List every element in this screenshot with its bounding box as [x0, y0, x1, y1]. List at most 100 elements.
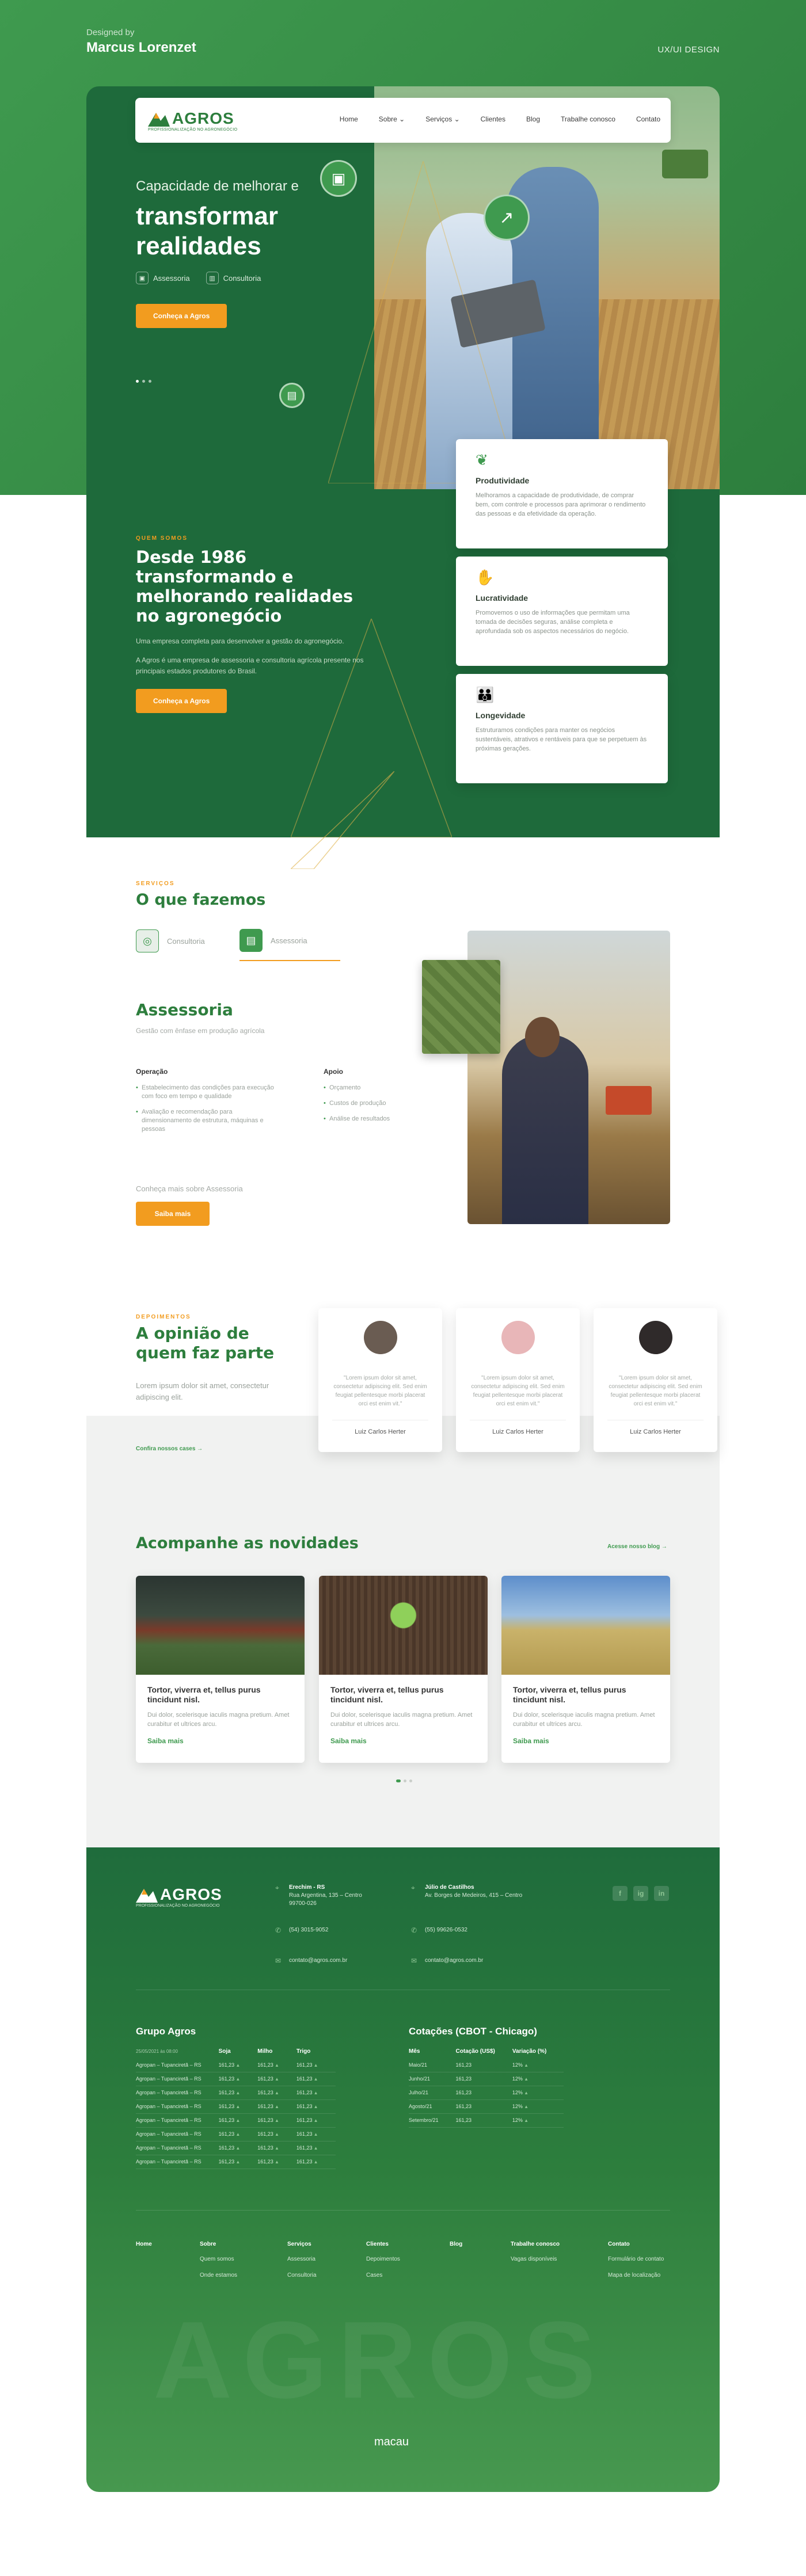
- trend-up-icon: ▲: [522, 2076, 529, 2082]
- cell-value: 161,23: [257, 2145, 273, 2151]
- tab-consultoria[interactable]: ◎ Consultoria: [136, 929, 216, 961]
- column-header: Variação (%): [512, 2048, 547, 2055]
- hero-pretitle: Capacidade de melhorar e: [136, 178, 299, 194]
- footer-logo[interactable]: AGROS PROFISSIONALIZAÇÃO NO AGRONEGÓCIO: [136, 1884, 228, 1910]
- agency-credit-logo[interactable]: macau: [374, 2436, 409, 2449]
- aerial-field-photo: [422, 960, 500, 1054]
- office-email: contato@agros.com.br: [425, 1957, 484, 1964]
- about-cta-button[interactable]: Conheça a Agros: [136, 689, 227, 713]
- news-title: Acompanhe as novidades: [136, 1534, 359, 1552]
- testimonial-quote: "Lorem ipsum dolor sit amet, consectetur…: [333, 1375, 427, 1407]
- nav-item-sobre[interactable]: Sobre ⌄: [379, 115, 405, 123]
- testimonials-title: A opinião de quem faz parte: [136, 1324, 275, 1362]
- table-row: Agropan – Tupanciretã – RS 161,23 ▲ 161,23…: [136, 2127, 336, 2141]
- footer-nav-title[interactable]: Home: [136, 2240, 152, 2249]
- news-read-more-link[interactable]: Saiba mais: [330, 1737, 476, 1745]
- footer-nav-link[interactable]: Assessoria: [287, 2255, 317, 2264]
- cell-value: Julho/21: [409, 2090, 429, 2095]
- nav-item-home[interactable]: Home: [340, 115, 358, 123]
- carousel-dot[interactable]: [409, 1779, 412, 1782]
- footer-nav-title[interactable]: Blog: [450, 2240, 462, 2249]
- logo-mark-icon: [148, 113, 170, 127]
- feature-card-lucratividade: ✋ Lucratividade Promovemos o uso de info…: [456, 557, 668, 666]
- nav-item-contato[interactable]: Contato: [636, 115, 660, 123]
- cell-value: 161,23: [455, 2090, 472, 2095]
- news-card[interactable]: Tortor, viverra et, tellus purus tincidu…: [501, 1576, 670, 1763]
- testimonial-author: Luiz Carlos Herter: [470, 1420, 566, 1435]
- facebook-icon[interactable]: f: [613, 1886, 628, 1901]
- footer-nav-contato: Contato Formulário de contato Mapa de lo…: [608, 2240, 664, 2287]
- footer-nav-title[interactable]: Clientes: [366, 2240, 400, 2249]
- decorative-triangle-outline: [291, 771, 394, 869]
- list-item: Análise de resultados: [324, 1115, 462, 1123]
- cell-value: 161,23: [296, 2104, 313, 2109]
- news-card-title: Tortor, viverra et, tellus purus tincidu…: [513, 1685, 626, 1704]
- cases-link[interactable]: Confira nossos cases →: [136, 1446, 203, 1452]
- news-card[interactable]: Tortor, viverra et, tellus purus tincidu…: [136, 1576, 305, 1763]
- footer-nav-title[interactable]: Serviços: [287, 2240, 317, 2249]
- hero-tab-consultoria[interactable]: ▥ Consultoria: [206, 272, 261, 284]
- cell-value: 161,23: [296, 2145, 313, 2151]
- table-row: Agropan – Tupanciretã – RS 161,23 ▲ 161,23…: [136, 2113, 336, 2128]
- cell-value: 161,23: [218, 2104, 235, 2109]
- footer-nav-link[interactable]: Formulário de contato: [608, 2255, 664, 2264]
- instagram-icon[interactable]: ig: [633, 1886, 648, 1901]
- quotes-date: 25/05/2021 às 08:00: [136, 2048, 178, 2054]
- tab-assessoria[interactable]: ▤ Assessoria: [239, 929, 340, 961]
- service-cta-button[interactable]: Saiba mais: [136, 1202, 210, 1226]
- table-cell: 161,23 ▲: [257, 2099, 296, 2114]
- nav-item-trabalhe-conosco[interactable]: Trabalhe conosco: [561, 115, 615, 123]
- designed-by-label: Designed by: [86, 28, 135, 37]
- carousel-dot[interactable]: [149, 380, 151, 383]
- office-erechim-email[interactable]: ✉ contato@agros.com.br: [275, 1957, 347, 1965]
- footer-nav-title[interactable]: Sobre: [200, 2240, 237, 2249]
- office-julio-phone[interactable]: ✆ (55) 99626-0532: [411, 1926, 467, 1934]
- news-card-excerpt: Dui dolor, scelerisque iaculis magna pre…: [147, 1712, 290, 1728]
- cell-value: Agropan – Tupanciretã – RS: [136, 2090, 202, 2095]
- footer-nav-home: Home: [136, 2240, 152, 2255]
- footer-nav-link[interactable]: Onde estamos: [200, 2271, 237, 2280]
- blog-link[interactable]: Acesse nosso blog →: [607, 1544, 667, 1550]
- carousel-dot[interactable]: [396, 1779, 401, 1782]
- nav-item-blog[interactable]: Blog: [526, 115, 540, 123]
- hero-headline: Capacidade de melhorar e transformar rea…: [136, 178, 299, 261]
- table-cell: 161,23 ▲: [257, 2058, 296, 2072]
- footer-nav-link[interactable]: Consultoria: [287, 2271, 317, 2280]
- cell-value: 161,23: [257, 2159, 273, 2165]
- footer-nav-title[interactable]: Contato: [608, 2240, 664, 2249]
- briefcase-icon: ▣: [136, 272, 149, 284]
- news-read-more-link[interactable]: Saiba mais: [513, 1737, 659, 1745]
- footer-nav-title[interactable]: Trabalhe conosco: [511, 2240, 560, 2249]
- footer-nav-link[interactable]: Vagas disponíveis: [511, 2255, 560, 2264]
- carousel-dot[interactable]: [136, 380, 139, 383]
- footer-nav-link[interactable]: Depoimentos: [366, 2255, 400, 2264]
- nav-item-servicos[interactable]: Serviços ⌄: [425, 115, 459, 123]
- linkedin-icon[interactable]: in: [654, 1886, 669, 1901]
- carousel-dot[interactable]: [142, 380, 145, 383]
- office-erechim-phone[interactable]: ✆ (54) 3015-9052: [275, 1926, 328, 1934]
- news-card[interactable]: Tortor, viverra et, tellus purus tincidu…: [319, 1576, 488, 1763]
- table-cell: 161,23 ▲: [218, 2058, 258, 2072]
- money-hand-icon: ✋: [476, 569, 495, 586]
- news-read-more-link[interactable]: Saiba mais: [147, 1737, 293, 1745]
- designer-credit: Designed by Marcus Lorenzet: [86, 28, 196, 56]
- office-julio-email[interactable]: ✉ contato@agros.com.br: [411, 1957, 484, 1965]
- carousel-dot[interactable]: [404, 1779, 406, 1782]
- agros-logo[interactable]: AGROS PROFISSIONALIZAÇÃO NO AGRONEGÓCIO: [148, 108, 240, 134]
- feature-title: Lucratividade: [476, 593, 529, 603]
- news-carousel-dots[interactable]: [396, 1779, 412, 1782]
- table-cell: Agropan – Tupanciretã – RS: [136, 2058, 219, 2072]
- cell-value: 161,23: [218, 2076, 235, 2082]
- cell-value: 161,23: [296, 2061, 313, 2068]
- footer-nav-link[interactable]: Mapa de localização: [608, 2271, 664, 2280]
- footer-nav-link[interactable]: Cases: [366, 2271, 400, 2280]
- cell-value: Agropan – Tupanciretã – RS: [136, 2159, 202, 2165]
- hero-title: transformar realidades: [136, 201, 299, 261]
- hero-carousel-dots[interactable]: [136, 380, 151, 383]
- nav-item-clientes[interactable]: Clientes: [481, 115, 505, 123]
- testimonial-author: Luiz Carlos Herter: [607, 1420, 704, 1435]
- trend-up-icon: ▲: [312, 2146, 318, 2151]
- hero-tab-assessoria[interactable]: ▣ Assessoria: [136, 272, 190, 284]
- hero-cta-button[interactable]: Conheça a Agros: [136, 304, 227, 328]
- footer-nav-link[interactable]: Quem somos: [200, 2255, 237, 2264]
